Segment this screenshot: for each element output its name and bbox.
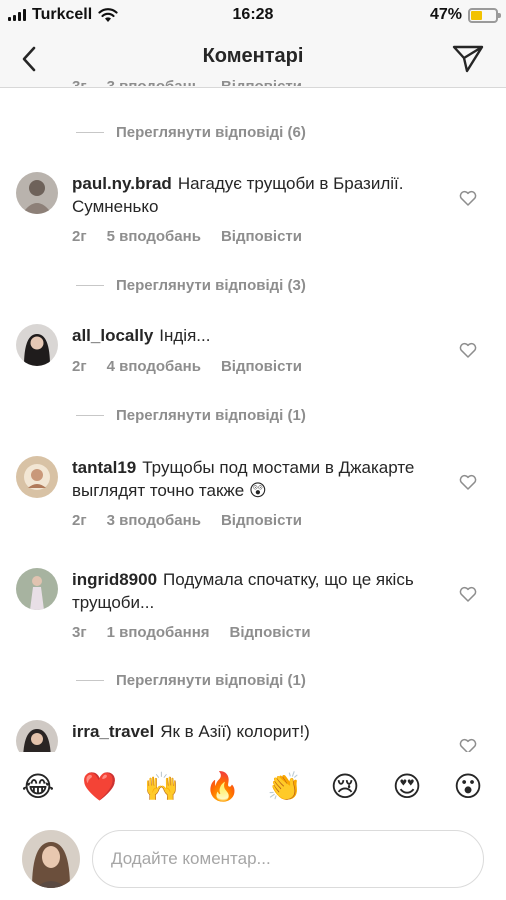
comment-text: paul.ny.brad Нагадує трущоби в Бразилії. …	[72, 172, 432, 218]
emoji-raised-hands-icon[interactable]: 🙌	[144, 770, 179, 804]
comment-username[interactable]: ingrid8900	[72, 570, 157, 589]
comment-text: irra_travel Як в Азії) колорит!)	[72, 720, 432, 743]
replies-divider	[76, 284, 104, 286]
battery-icon	[468, 7, 501, 23]
comment-likes[interactable]: 5 вподобань	[107, 228, 201, 245]
avatar[interactable]	[16, 568, 58, 610]
reply-button[interactable]: Відповісти	[221, 228, 302, 245]
heart-icon[interactable]	[459, 586, 477, 602]
comment-meta: 2г 5 вподобань Відповісти	[72, 228, 302, 245]
comment-likes[interactable]: 1 вподобання	[107, 624, 210, 641]
view-replies-button[interactable]: Переглянути відповіді (3)	[76, 275, 306, 295]
heart-icon[interactable]	[459, 342, 477, 358]
comment-likes[interactable]: 4 вподобань	[107, 358, 201, 375]
view-replies-label: Переглянути відповіді (3)	[116, 276, 306, 294]
avatar[interactable]	[16, 324, 58, 366]
reply-button[interactable]: Відповісти	[230, 624, 311, 641]
comment-time: 3г	[72, 624, 87, 641]
view-replies-label: Переглянути відповіді (1)	[116, 671, 306, 689]
comment-username[interactable]: tantal19	[72, 458, 136, 477]
reply-button[interactable]: Відповісти	[221, 358, 302, 375]
view-replies-button[interactable]: Переглянути відповіді (6)	[76, 122, 306, 142]
replies-divider	[76, 414, 104, 416]
emoji-laughing-icon[interactable]: 😂	[21, 770, 55, 804]
comment-text: ingrid8900 Подумала спочатку, що це якісь…	[72, 568, 432, 614]
partial-comment-meta: 3г 3 вподобань Відповісти	[72, 70, 302, 86]
comment-text: tantal19 Трущобы под мостами в Джакарте в…	[72, 456, 432, 502]
view-replies-button[interactable]: Переглянути відповіді (1)	[76, 405, 306, 425]
battery-level	[471, 10, 483, 20]
replies-divider	[76, 131, 104, 133]
comment-meta: 2г 4 вподобань Відповісти	[72, 358, 302, 375]
comment-time: 2г	[72, 358, 87, 375]
comment-body: Як в Азії) колорит!)	[160, 722, 310, 741]
comment-input[interactable]	[92, 830, 484, 888]
emoji-crying-icon[interactable]: 😢	[328, 770, 362, 804]
replies-divider	[76, 679, 104, 681]
avatar[interactable]	[16, 456, 58, 498]
page-title: Коментарі	[202, 45, 304, 67]
comment-username[interactable]: irra_travel	[72, 722, 154, 741]
status-right: 47%	[429, 6, 501, 24]
avatar[interactable]	[16, 172, 58, 214]
battery-percent: 47%	[429, 6, 462, 23]
comment-body: Індія...	[159, 326, 211, 345]
view-replies-button[interactable]: Переглянути відповіді (1)	[76, 670, 306, 690]
comment-likes[interactable]: 3 вподобань	[107, 512, 201, 529]
comment-time: 2г	[72, 512, 87, 529]
view-replies-label: Переглянути відповіді (6)	[116, 123, 306, 141]
emoji-quick-bar: 😂 ❤️ 🙌 🔥 👏 😢 😍 😮	[0, 752, 506, 822]
emoji-heart-icon[interactable]: ❤️	[82, 770, 117, 804]
comment-meta: 3г 1 вподобання Відповісти	[72, 624, 311, 641]
comment-username[interactable]: all_locally	[72, 326, 153, 345]
comment-composer	[0, 822, 506, 900]
heart-icon[interactable]	[459, 190, 477, 206]
emoji-heart-eyes-icon[interactable]: 😍	[390, 770, 424, 804]
reply-button[interactable]: Відповісти	[221, 512, 302, 529]
reply-button[interactable]: Відповісти	[221, 78, 302, 86]
avatar	[22, 830, 80, 888]
status-bar: Turkcell 16:28 47%	[0, 0, 506, 30]
heart-icon[interactable]	[459, 474, 477, 490]
comment-meta: 2г 3 вподобань Відповісти	[72, 512, 302, 529]
emoji-clapping-icon[interactable]: 👏	[267, 770, 302, 804]
emoji-fire-icon[interactable]: 🔥	[205, 770, 240, 804]
comment-text: all_locally Індія...	[72, 324, 432, 347]
comment-username[interactable]: paul.ny.brad	[72, 174, 172, 193]
emoji-surprised-icon[interactable]: 😮	[451, 770, 485, 804]
direct-send-icon[interactable]	[450, 40, 486, 76]
comment-likes[interactable]: 3 вподобань	[107, 78, 201, 86]
view-replies-label: Переглянути відповіді (1)	[116, 406, 306, 424]
comment-time: 2г	[72, 228, 87, 245]
comment-time: 3г	[72, 78, 87, 86]
